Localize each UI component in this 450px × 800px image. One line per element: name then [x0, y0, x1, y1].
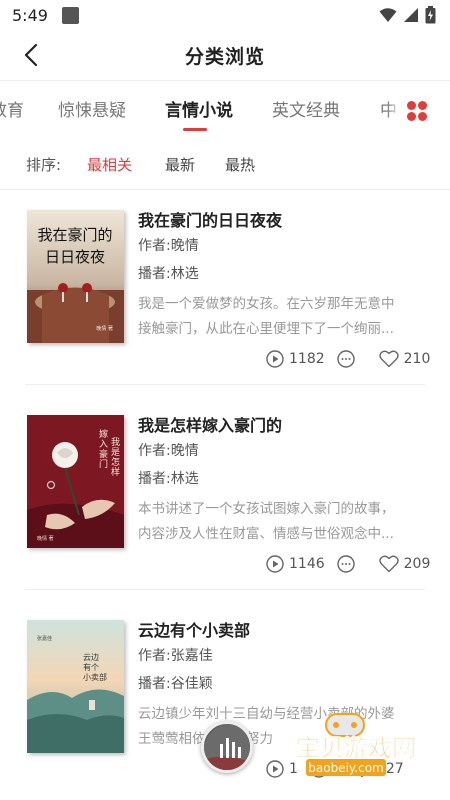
status-time: 5:49 — [12, 5, 48, 25]
book-stats: 1146 209 — [266, 555, 430, 573]
cover-title-line1: 我在豪门的 — [37, 226, 112, 244]
play-count-icon — [266, 350, 284, 368]
description-line: 内容涉及人性在财富、情感与世俗观念中... — [138, 526, 394, 542]
author-label: 作者: — [138, 648, 171, 664]
back-arrow-icon — [24, 43, 38, 67]
narrator-name: 林选 — [170, 266, 199, 282]
status-right — [379, 6, 436, 24]
tab-partial[interactable]: 中 — [380, 96, 397, 121]
book-title: 云边有个小卖部 — [138, 621, 251, 640]
heart-icon[interactable] — [378, 350, 399, 368]
book-narrator: 播者:林选 — [138, 263, 199, 283]
book-item[interactable]: 我在豪门的 日日夜夜 晚情 著 我在豪门的日日夜夜 作者:晚情 播者:林选 我是… — [0, 180, 450, 385]
tab-education[interactable]: 教育 — [0, 96, 24, 121]
heart-icon[interactable] — [378, 555, 399, 573]
wifi-icon — [379, 8, 397, 22]
like-count: 209 — [403, 556, 431, 572]
narrator-name: 谷佳颖 — [170, 676, 213, 692]
book-description: 本书讲述了一个女孩试图嫁入豪门的故事， 内容涉及人性在财富、情感与世俗观念中..… — [138, 497, 428, 547]
book-cover: 云边有个小卖部 张嘉佳 — [27, 620, 124, 753]
watermark-url: baobeiy.com — [308, 761, 383, 775]
header: 分类浏览 — [0, 30, 450, 80]
watermark-text: 宝贝游戏网 — [296, 734, 416, 762]
book-cover-art: 云边有个小卖部 张嘉佳 — [27, 620, 124, 753]
category-tabs: 教育 惊悚悬疑 言情小说 英文经典 中 — [0, 80, 450, 138]
comment-icon[interactable] — [336, 555, 355, 573]
sort-newest[interactable]: 最新 — [165, 154, 195, 175]
play-count: 1182 — [289, 351, 325, 367]
description-line: 我是一个爱做梦的女孩。在六岁那年无意中 — [138, 296, 395, 312]
status-bar: 5:49 — [0, 0, 450, 30]
signal-icon — [404, 8, 418, 22]
book-narrator: 播者:谷佳颖 — [138, 673, 213, 693]
cover-subtitle: 我是怎样 — [111, 437, 120, 478]
status-left: 5:49 — [12, 6, 79, 25]
book-stats: 1182 210 — [266, 350, 430, 368]
play-count-icon — [266, 555, 284, 573]
book-author: 作者:晚情 — [138, 440, 199, 460]
narrator-name: 林选 — [170, 471, 199, 487]
description-line: 本书讲述了一个女孩试图嫁入豪门的故事， — [138, 501, 395, 517]
book-author: 作者:晚情 — [138, 235, 199, 255]
tab-thriller[interactable]: 惊悚悬疑 — [58, 96, 126, 121]
cover-title: 嫁入豪门 — [99, 428, 108, 470]
cover-author: 张嘉佳 — [37, 635, 52, 642]
cover-author: 晚情 著 — [96, 325, 113, 332]
notification-icon — [61, 6, 79, 24]
book-cover: 我在豪门的 日日夜夜 晚情 著 — [27, 210, 124, 343]
sort-label: 排序: — [26, 156, 62, 174]
book-title: 我在豪门的日日夜夜 — [138, 211, 283, 230]
sort-most-relevant[interactable]: 最相关 — [87, 154, 132, 175]
back-button[interactable] — [16, 40, 46, 70]
author-label: 作者: — [138, 238, 171, 254]
comment-icon[interactable] — [336, 350, 355, 368]
book-cover-art: 嫁入豪门 我是怎样 晚情 著 — [27, 415, 124, 548]
tab-english-classics[interactable]: 英文经典 — [272, 96, 340, 121]
book-item[interactable]: 嫁入豪门 我是怎样 晚情 著 我是怎样嫁入豪门的 作者:晚情 播者:林选 本书讲… — [0, 385, 450, 590]
author-name: 晚情 — [170, 443, 199, 459]
description-line: 接触豪门，从此在心里便埋下了一个绚丽... — [138, 321, 394, 337]
book-author: 作者:张嘉佳 — [138, 645, 213, 665]
grid-dots-icon — [407, 101, 427, 121]
book-narrator: 播者:林选 — [138, 468, 199, 488]
more-categories-button[interactable] — [404, 98, 430, 124]
active-tab-indicator — [183, 128, 207, 131]
cover-author: 晚情 著 — [37, 535, 54, 542]
narrator-label: 播者: — [138, 266, 171, 282]
cover-title-line2: 日日夜夜 — [45, 248, 105, 266]
narrator-label: 播者: — [138, 676, 171, 692]
battery-icon — [425, 6, 436, 24]
author-name: 晚情 — [170, 238, 199, 254]
book-title: 我是怎样嫁入豪门的 — [138, 416, 283, 435]
play-count: 1146 — [289, 556, 325, 572]
book-cover: 嫁入豪门 我是怎样 晚情 著 — [27, 415, 124, 548]
book-cover-art: 我在豪门的 日日夜夜 晚情 著 — [27, 210, 124, 343]
mini-player-button[interactable] — [201, 721, 253, 773]
narrator-label: 播者: — [138, 471, 171, 487]
watermark-logo: 宝贝游戏网 baobeiy.com — [296, 713, 416, 776]
author-label: 作者: — [138, 443, 171, 459]
book-description: 我是一个爱做梦的女孩。在六岁那年无意中 接触豪门，从此在心里便埋下了一个绚丽..… — [138, 292, 428, 342]
page-title: 分类浏览 — [184, 45, 265, 68]
tab-romance[interactable]: 言情小说 — [165, 96, 233, 121]
author-name: 张嘉佳 — [170, 648, 213, 664]
sort-hottest[interactable]: 最热 — [225, 154, 255, 175]
like-count: 210 — [403, 351, 431, 367]
watermark: 宝贝游戏网 baobeiy.com — [268, 712, 448, 782]
